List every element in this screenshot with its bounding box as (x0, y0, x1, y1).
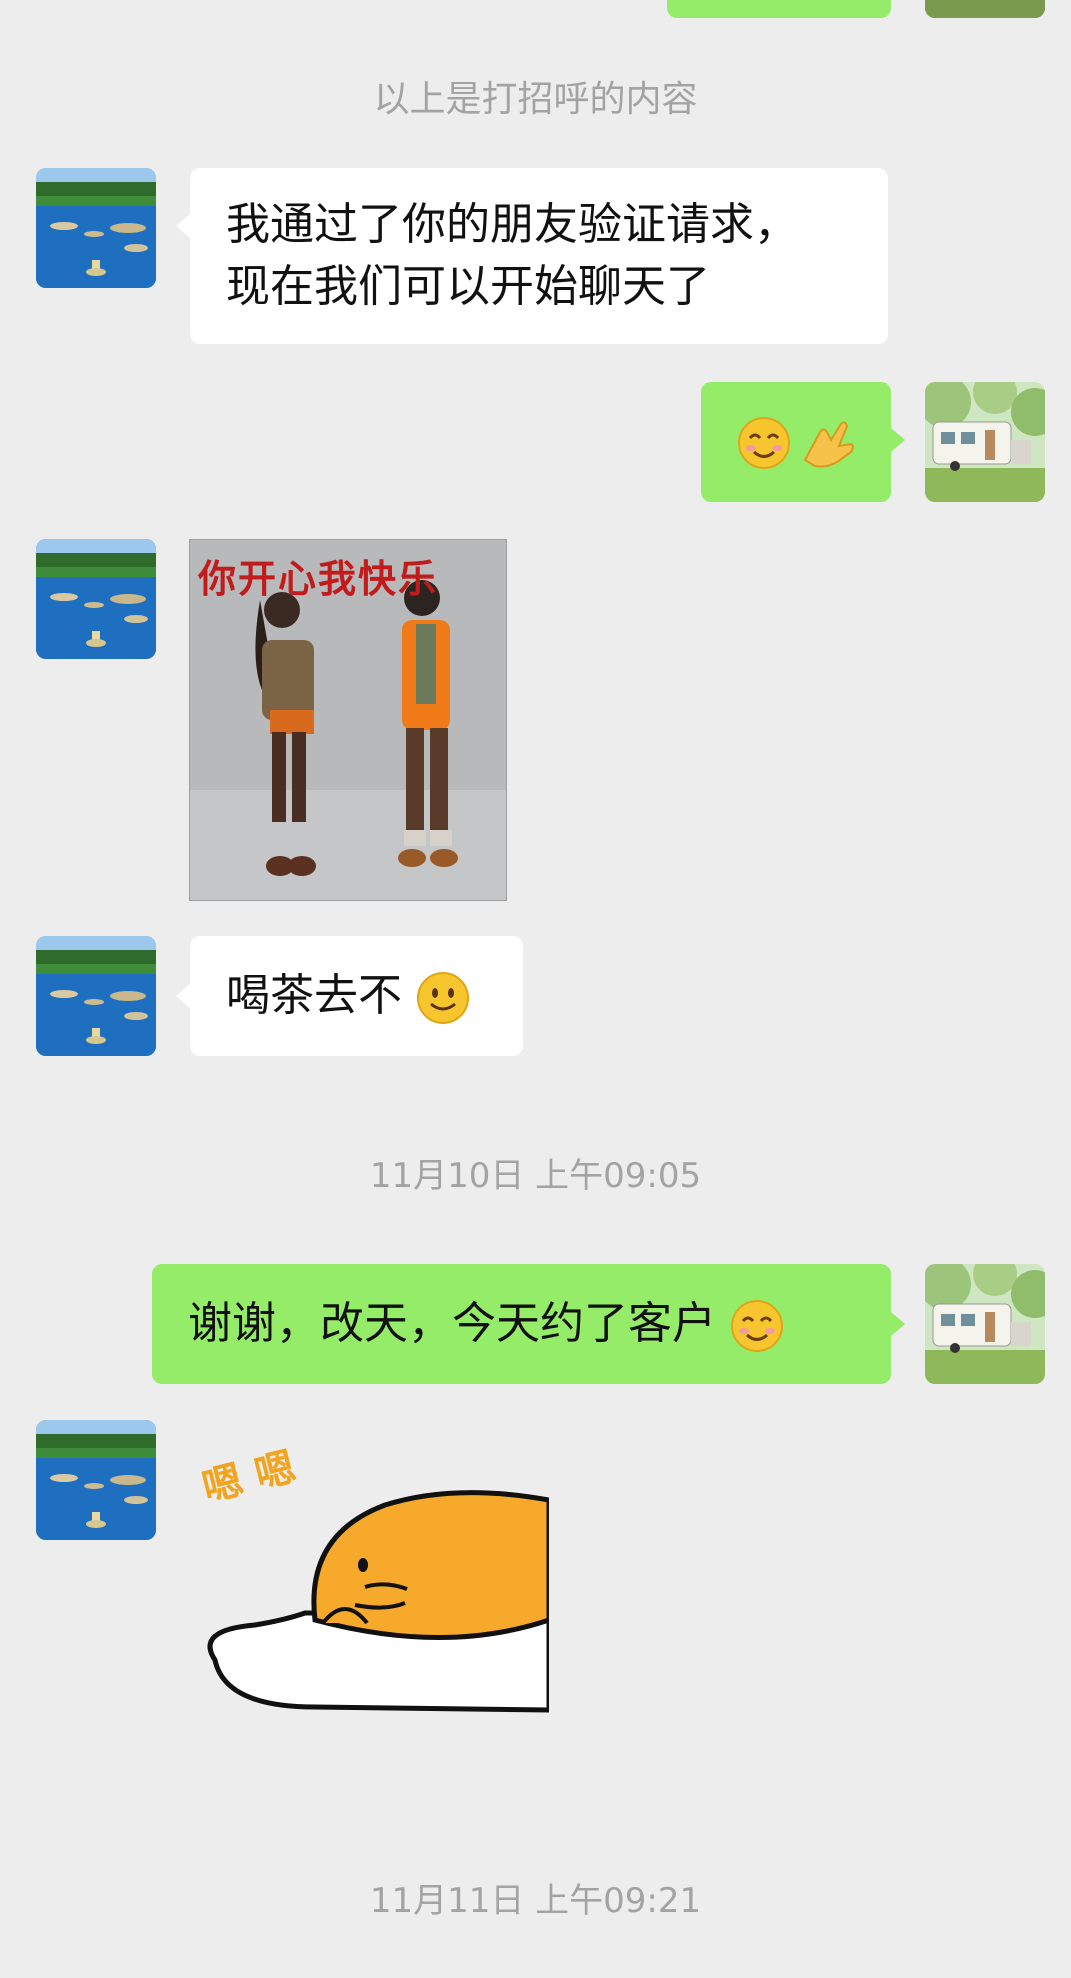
message-timestamp: 11月10日 上午09:05 (369, 1156, 702, 1196)
my-avatar[interactable] (925, 0, 1045, 18)
system-notice: 以上是打招呼的内容 (373, 79, 698, 120)
my-avatar[interactable] (925, 382, 1045, 502)
bubble-tail (891, 428, 905, 452)
received-message-bubble[interactable]: 喝茶去不 (190, 936, 523, 1056)
message-text: 谢谢，改天，今天约了客户 (188, 1298, 716, 1349)
received-message-bubble[interactable]: 我通过了你的朋友验证请求， 现在我们可以开始聊天了 (190, 168, 888, 344)
ok-hand-icon (803, 421, 854, 468)
sent-message-bubble[interactable] (701, 382, 891, 502)
smiling-face-icon (731, 1300, 783, 1352)
sticker-message[interactable]: 嗯 嗯 (195, 1444, 549, 1715)
bubble-tail (891, 1312, 905, 1336)
my-avatar[interactable] (925, 1264, 1045, 1384)
image-caption-text: 你开心我快乐 (198, 557, 439, 601)
sent-message-bubble[interactable]: 谢谢，改天，今天约了客户 (152, 1264, 891, 1384)
smiley-face-icon (417, 972, 469, 1024)
received-image-message[interactable]: 你开心我快乐 (189, 539, 507, 901)
bubble-tail (176, 214, 190, 238)
smiling-face-icon (738, 417, 790, 469)
contact-avatar[interactable] (36, 168, 156, 288)
message-text: 我通过了你的朋友验证请求， (226, 199, 798, 250)
contact-avatar[interactable] (36, 539, 156, 659)
message-timestamp: 11月11日 上午09:21 (369, 1881, 702, 1921)
message-text: 喝茶去不 (226, 970, 402, 1021)
contact-avatar[interactable] (36, 1420, 156, 1540)
previous-sent-bubble[interactable] (667, 0, 891, 18)
contact-avatar[interactable] (36, 936, 156, 1056)
message-text: 现在我们可以开始聊天了 (226, 261, 710, 312)
bubble-tail (176, 984, 190, 1008)
